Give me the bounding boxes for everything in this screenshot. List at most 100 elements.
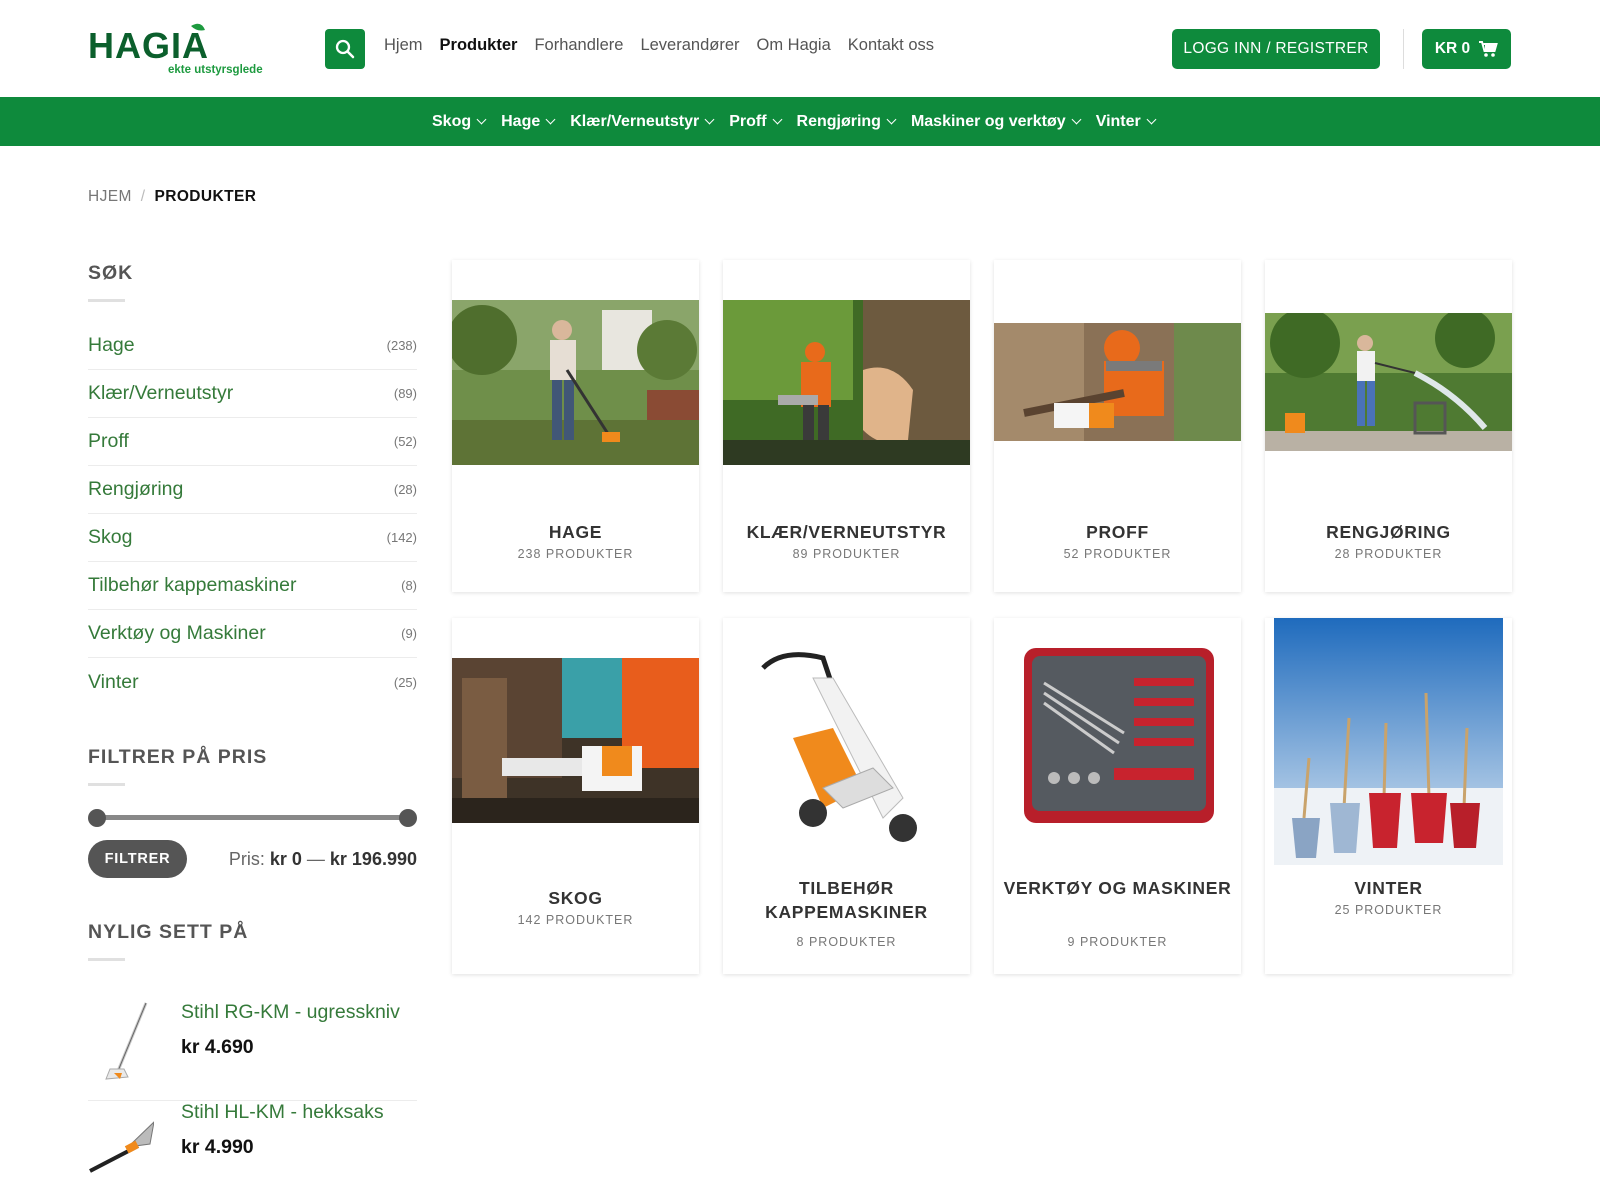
verktoy-image (994, 638, 1241, 843)
price-range-slider[interactable] (88, 808, 417, 828)
recent-product-name[interactable]: Stihl HL-KM - hekksaks (181, 1101, 384, 1124)
card-count: 25 PRODUKTER (1334, 903, 1443, 917)
catnav-hage[interactable]: Hage (501, 112, 556, 131)
card-count: 52 PRODUKTER (1063, 547, 1172, 561)
chevron-down-icon (772, 114, 782, 124)
recent-product[interactable]: Stihl HL-KM - hekksaks kr 4.990 (88, 1101, 417, 1200)
tilbehor-image (723, 638, 970, 843)
category-card-vinter[interactable]: VINTER 25 PRODUKTER (1265, 618, 1512, 974)
category-card-klaer[interactable]: KLÆR/VERNEUTSTYR 89 PRODUKTER (723, 260, 970, 592)
rengjoring-image (1265, 313, 1512, 451)
category-count: (52) (393, 434, 417, 449)
slider-handle-min[interactable] (88, 809, 106, 827)
slider-handle-max[interactable] (399, 809, 417, 827)
site-header: HAGIA ekte utstyrsglede Hjem Produkter F… (0, 0, 1600, 97)
list-item[interactable]: Hage (238) (88, 322, 417, 370)
category-card-tilbehor[interactable]: TILBEHØR KAPPEMASKINER 8 PRODUKTER (723, 618, 970, 974)
catnav-vinter[interactable]: Vinter (1095, 112, 1157, 131)
category-count: (9) (401, 626, 417, 641)
nav-hjem[interactable]: Hjem (384, 36, 423, 55)
catnav-proff[interactable]: Proff (729, 112, 782, 131)
category-card-verktoy[interactable]: VERKTØY OG MASKINER 9 PRODUKTER (994, 618, 1241, 974)
nav-kontakt-oss[interactable]: Kontakt oss (848, 36, 934, 55)
list-item[interactable]: Klær/Verneutstyr (89) (88, 370, 417, 418)
category-count: (142) (386, 530, 417, 545)
catnav-label: Skog (432, 112, 472, 130)
card-title: PROFF (1086, 522, 1149, 542)
hekksaks-thumbnail (89, 1121, 154, 1173)
recent-product-name[interactable]: Stihl RG-KM - ugresskniv (181, 1001, 400, 1024)
catnav-label: Proff (729, 112, 767, 130)
breadcrumb: HJEM / PRODUKTER (88, 188, 256, 206)
category-link[interactable]: Verktøy og Maskiner (88, 622, 266, 645)
cart-button[interactable]: KR 0 (1422, 29, 1511, 69)
slider-track (97, 815, 410, 820)
category-card-skog[interactable]: SKOG 142 PRODUKTER (452, 618, 699, 974)
chevron-down-icon (886, 114, 897, 124)
catnav-label: Klær/Verneutstyr (570, 112, 700, 130)
cart-icon (1479, 41, 1498, 57)
recent-product-price: kr 4.990 (181, 1136, 254, 1158)
card-title: KLÆR/VERNEUTSTYR (746, 522, 947, 542)
price-filter-title: FILTRER PÅ PRIS (88, 746, 268, 768)
chevron-down-icon (545, 114, 556, 124)
header-divider (1403, 29, 1404, 69)
category-link[interactable]: Tilbehør kappemaskiner (88, 574, 296, 597)
title-underline (88, 958, 125, 961)
category-link[interactable]: Vinter (88, 671, 139, 694)
category-card-hage[interactable]: HAGE 238 PRODUKTER (452, 260, 699, 592)
catnav-label: Vinter (1095, 112, 1141, 130)
recent-title: NYLIG SETT PÅ (88, 921, 249, 943)
breadcrumb-current: PRODUKTER (154, 188, 257, 205)
category-link[interactable]: Hage (88, 334, 135, 357)
cart-total: KR 0 (1434, 40, 1471, 57)
recent-product-price: kr 4.690 (181, 1036, 254, 1058)
svg-text:ekte utstyrsglede: ekte utstyrsglede (168, 64, 263, 76)
catnav-label: Hage (501, 112, 541, 130)
list-item[interactable]: Proff (52) (88, 418, 417, 466)
filter-button[interactable]: FILTRER (88, 840, 187, 878)
hage-image (452, 300, 699, 465)
login-register-button[interactable]: LOGG INN / REGISTRER (1172, 29, 1380, 69)
skog-image (452, 658, 699, 823)
list-item[interactable]: Rengjøring (28) (88, 466, 417, 514)
card-title: RENGJØRING (1326, 522, 1451, 542)
ugresskniv-thumbnail (105, 1002, 148, 1080)
list-item[interactable]: Skog (142) (88, 514, 417, 562)
price-dash: — (306, 849, 325, 869)
nav-forhandlere[interactable]: Forhandlere (534, 36, 623, 55)
catnav-skog[interactable]: Skog (432, 112, 487, 131)
hagia-logo[interactable]: HAGIA ekte utstyrsglede (88, 20, 283, 78)
chevron-down-icon (704, 114, 715, 124)
category-link[interactable]: Klær/Verneutstyr (88, 382, 233, 405)
catnav-klaer[interactable]: Klær/Verneutstyr (570, 112, 715, 131)
klaer-image (723, 300, 970, 465)
catnav-label: Maskiner og verktøy (910, 112, 1066, 130)
category-link[interactable]: Proff (88, 430, 129, 453)
nav-leverandorer[interactable]: Leverandører (640, 36, 739, 55)
category-link[interactable]: Skog (88, 526, 132, 549)
list-item[interactable]: Verktøy og Maskiner (9) (88, 610, 417, 658)
proff-image (994, 323, 1241, 441)
nav-produkter[interactable]: Produkter (440, 36, 518, 55)
svg-text:HAGIA: HAGIA (88, 25, 209, 66)
card-title: SKOG (548, 888, 603, 908)
catnav-rengjoring[interactable]: Rengjøring (797, 113, 897, 131)
category-card-rengjoring[interactable]: RENGJØRING 28 PRODUKTER (1265, 260, 1512, 592)
card-count: 142 PRODUKTER (517, 913, 634, 927)
search-widget-title: SØK (88, 262, 134, 284)
category-link[interactable]: Rengjøring (88, 478, 183, 501)
card-count: 89 PRODUKTER (792, 547, 901, 561)
card-count: 8 PRODUKTER (796, 935, 897, 949)
recent-product[interactable]: Stihl RG-KM - ugresskniv kr 4.690 (88, 1001, 417, 1101)
category-card-proff[interactable]: PROFF 52 PRODUKTER (994, 260, 1241, 592)
search-button[interactable] (325, 29, 365, 69)
nav-om-hagia[interactable]: Om Hagia (757, 36, 831, 55)
list-item[interactable]: Vinter (25) (88, 658, 417, 706)
chevron-down-icon (1146, 114, 1157, 124)
price-max: kr 196.990 (329, 849, 417, 869)
list-item[interactable]: Tilbehør kappemaskiner (8) (88, 562, 417, 610)
breadcrumb-home[interactable]: HJEM (88, 188, 132, 206)
vinter-image (1274, 618, 1503, 865)
catnav-maskiner[interactable]: Maskiner og verktøy (910, 112, 1082, 131)
